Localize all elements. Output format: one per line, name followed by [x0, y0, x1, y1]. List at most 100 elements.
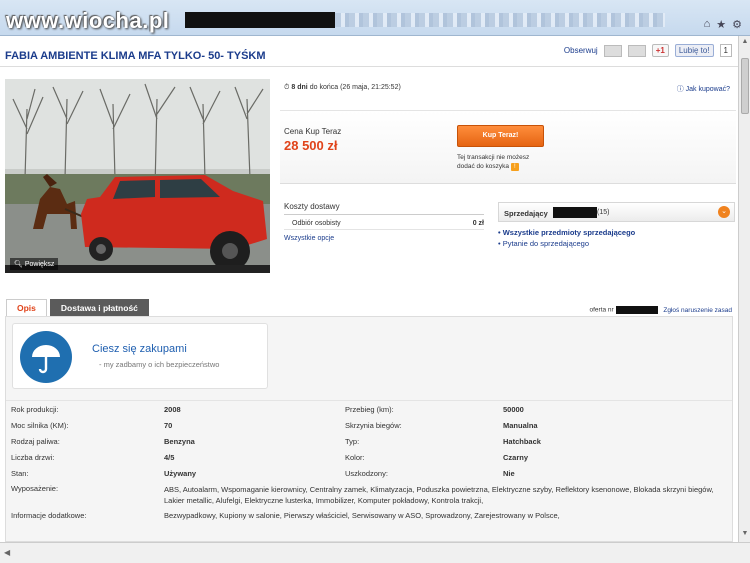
clock-icon: ⏱ — [284, 84, 290, 91]
auction-timer: ⏱ 8 dni do końca (26 maja, 21:25:52) — [284, 84, 401, 92]
listing-title: FABIA AMBIENTE KLIMA MFA TYLKO- 50- TYŚK… — [5, 50, 266, 62]
offer-prefix: oferta nr — [589, 306, 614, 314]
scroll-up-icon[interactable]: ▲ — [740, 38, 750, 48]
timer-end: (26 maja, 21:25:52) — [340, 84, 401, 91]
report-link[interactable]: Zgłoś naruszenie zasad — [663, 307, 732, 314]
facebook-like-count: 1 — [719, 44, 732, 57]
param-label: Przebieg (km): — [345, 404, 394, 414]
seller-rating: (15) — [597, 209, 610, 216]
help-icon: ⓘ — [676, 86, 684, 93]
blurred-address-bar — [335, 13, 665, 27]
param-row: Rok produkcji: 2008 Przebieg (km): 50000 — [6, 401, 732, 417]
param-label: Stan: — [11, 468, 29, 478]
car-photo-image — [5, 79, 270, 273]
param-label: Moc silnika (KM): — [11, 420, 69, 430]
warning-icon: ! — [510, 163, 519, 171]
tab-description[interactable]: Opis — [6, 299, 47, 316]
tab-delivery-payment[interactable]: Dostawa i płatność — [49, 299, 149, 316]
twitter-icon[interactable] — [627, 44, 646, 57]
watermark: www.wiocha.pl — [6, 8, 170, 33]
shipping-heading: Koszty dostawy — [284, 202, 484, 215]
price-value: 28 500 zł — [284, 138, 338, 153]
social-bar: Obserwuj +1 Lubię to! 1 — [564, 44, 732, 57]
equipment-label: Wyposażenie: — [11, 484, 59, 493]
price-label: Cena Kup Teraz — [284, 127, 342, 136]
home-icon[interactable]: ⌂ — [704, 18, 711, 31]
safety-banner: Ciesz się zakupami - my zadbamy o ich be… — [12, 323, 268, 389]
vertical-scrollbar[interactable]: ▲ ▼ — [738, 36, 750, 542]
listing-photo[interactable]: 🔍︎ Powiększ — [5, 79, 270, 273]
seller-links: • Wszystkie przedmioty sprzedającego • P… — [498, 226, 635, 250]
browser-icons: ⌂ ★ ⚙ — [704, 18, 742, 31]
all-shipping-options-link[interactable]: Wszystkie opcje — [284, 235, 484, 242]
param-value: Hatchback — [503, 436, 541, 446]
param-label: Kolor: — [345, 452, 365, 462]
extra-info-label: Informacje dodatkowe: — [11, 510, 87, 520]
param-label: Liczba drzwi: — [11, 452, 55, 462]
param-value: 4/5 — [164, 452, 175, 462]
browser-toolbar: www.wiocha.pl ⌂ ★ ⚙ — [0, 0, 750, 36]
param-value: 2008 — [164, 404, 181, 414]
seller-all-items-link[interactable]: • Wszystkie przedmioty sprzedającego — [498, 228, 635, 237]
buy-now-box: Cena Kup Teraz 28 500 zł Kup Teraz! Tej … — [280, 110, 736, 184]
umbrella-icon — [20, 331, 72, 383]
how-to-buy-link[interactable]: ⓘ Jak kupować? — [677, 84, 730, 94]
equipment-row: Wyposażenie: ABS, Autoalarm, Wspomaganie… — [6, 481, 732, 507]
seller-box[interactable]: Sprzedający (15) ⌄ — [498, 202, 735, 222]
param-row: Moc silnika (KM): 70 Skrzynia biegów: Ma… — [6, 417, 732, 433]
gear-icon[interactable]: ⚙ — [732, 18, 742, 31]
param-value: Manualna — [503, 420, 538, 430]
redacted-offer-number — [615, 306, 658, 314]
param-value: 70 — [164, 420, 173, 430]
parameters-table: Rok produkcji: 2008 Przebieg (km): 50000… — [6, 400, 732, 523]
param-value: Czarny — [503, 452, 529, 462]
redacted-url — [185, 12, 335, 28]
param-label: Rodzaj paliwa: — [11, 436, 60, 446]
redacted-seller-name — [553, 207, 597, 218]
param-value: 50000 — [503, 404, 524, 414]
param-label: Rok produkcji: — [11, 404, 59, 414]
how-to-buy-label: Jak kupować? — [685, 86, 730, 93]
param-row: Stan: Używany Uszkodzony: Nie — [6, 465, 732, 481]
chevron-down-icon[interactable]: ⌄ — [718, 206, 730, 218]
page-content: FABIA AMBIENTE KLIMA MFA TYLKO- 50- TYŚK… — [0, 36, 738, 542]
zoom-label: Powiększ — [24, 261, 55, 268]
safety-title: Ciesz się zakupami — [92, 343, 187, 355]
mail-icon[interactable] — [603, 44, 622, 57]
buy-now-button[interactable]: Kup Teraz! — [457, 125, 544, 147]
ask-seller-label: Pytanie do sprzedającego — [502, 239, 590, 248]
tab-bar: Opis Dostawa i płatność — [6, 299, 149, 316]
param-label: Typ: — [345, 436, 360, 446]
param-value: Benzyna — [164, 436, 195, 446]
param-row: Rodzaj paliwa: Benzyna Typ: Hatchback — [6, 433, 732, 449]
header-divider — [0, 66, 738, 67]
description-panel: Ciesz się zakupami - my zadbamy o ich be… — [5, 316, 733, 542]
equipment-value: ABS, Autoalarm, Wspomaganie kierownicy, … — [164, 485, 714, 505]
search-icon: 🔍︎ — [14, 261, 23, 268]
param-value: Używany — [164, 468, 197, 478]
shipping-costs: Koszty dostawy Odbiór osobisty 0 zł Wszy… — [284, 202, 484, 242]
param-label: Skrzynia biegów: — [345, 420, 402, 430]
seller-label: Sprzedający — [504, 209, 548, 218]
google-plus-button[interactable]: +1 — [651, 44, 669, 57]
param-row: Liczba drzwi: 4/5 Kolor: Czarny — [6, 449, 732, 465]
zoom-button[interactable]: 🔍︎ Powiększ — [10, 258, 59, 270]
timer-rest: do końca — [309, 84, 339, 91]
extra-info-value: Bezwypadkowy, Kupiony w salonie, Pierwsz… — [164, 510, 560, 520]
param-label: Uszkodzony: — [345, 468, 388, 478]
ask-seller-link[interactable]: • Pytanie do sprzedającego — [498, 239, 635, 248]
star-icon[interactable]: ★ — [716, 18, 726, 31]
offer-number: oferta nr Zgłoś naruszenie zasad — [589, 306, 732, 314]
scroll-down-icon[interactable]: ▼ — [740, 530, 750, 540]
horizontal-scrollbar[interactable]: ◀ — [0, 542, 750, 563]
scrollbar-thumb[interactable] — [741, 58, 749, 114]
seller-all-items-label: Wszystkie przedmioty sprzedającego — [502, 228, 636, 237]
timer-days: 8 dni — [291, 84, 308, 91]
safety-subtitle: - my zadbamy o ich bezpieczeństwo — [99, 360, 220, 369]
cart-note: Tej transakcji nie możesz dodać do koszy… — [457, 153, 547, 171]
observe-link[interactable]: Obserwuj — [564, 46, 598, 55]
facebook-like-button[interactable]: Lubię to! — [674, 44, 714, 57]
extra-info-row: Informacje dodatkowe: Bezwypadkowy, Kupi… — [6, 507, 732, 523]
shipping-option: Odbiór osobisty — [292, 220, 341, 227]
scroll-left-icon[interactable]: ◀ — [4, 548, 10, 557]
